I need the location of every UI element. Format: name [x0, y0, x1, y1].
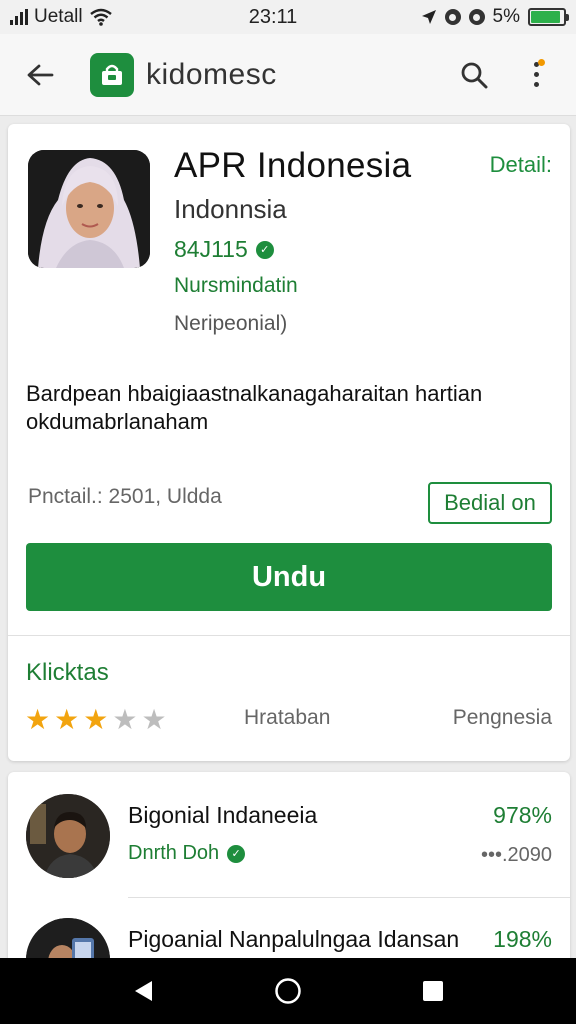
battery-icon: [528, 8, 569, 26]
rating-stat-a: Hrataban: [244, 706, 331, 729]
related-list-card: Bigonial Indaneeia 978% Dnrth Doh ✓ •••.…: [8, 772, 570, 972]
ratings-section-title: Klicktas: [26, 659, 109, 686]
location-icon: [421, 10, 436, 24]
battery-percent: 5%: [492, 6, 520, 27]
app-rating-row: 84J115 ✓: [174, 236, 274, 263]
secondary-button[interactable]: Bedial on: [428, 482, 552, 524]
star-filled-icon[interactable]: ★: [83, 705, 108, 735]
app-meta: Pnctail.: 2501, Uldda: [28, 485, 222, 508]
verified-icon: ✓: [227, 844, 246, 863]
nav-home-button[interactable]: [258, 966, 318, 1016]
carrier-label: Uetall: [34, 6, 83, 27]
app-rating-text: 84J115: [174, 236, 248, 262]
developer-name[interactable]: Nursmindatin: [174, 274, 298, 298]
circle-home-icon: [275, 978, 301, 1004]
app-description: Bardpean hbaigiaastnalkanagaharaitan har…: [26, 381, 483, 434]
star-empty-icon[interactable]: ★: [141, 705, 166, 735]
list-item-sub: Dnrth Doh ✓: [128, 842, 246, 865]
triangle-back-icon: [134, 981, 152, 1001]
row-divider: [128, 897, 570, 898]
back-arrow-icon: [27, 64, 54, 85]
signal-icon: [10, 9, 28, 25]
app-title: APR Indonesia: [174, 146, 412, 185]
app-bar: kidomesc: [0, 34, 576, 116]
list-item[interactable]: Bigonial Indaneeia 978% Dnrth Doh ✓ •••.…: [8, 790, 570, 900]
list-item-name: Bigonial Indaneeia: [128, 802, 318, 828]
list-item-sub-text: Dnrth Doh: [128, 842, 220, 864]
app-subtitle: Indonnsia: [174, 194, 287, 224]
search-icon: [461, 62, 488, 88]
navigation-bar: [0, 958, 576, 1024]
battery-fill: [531, 11, 561, 23]
app-icon-avatar: [28, 150, 150, 268]
nav-back-button[interactable]: [113, 966, 173, 1016]
list-item-percent: 198%: [493, 926, 552, 952]
list-item-name: Pigoanial Nanpalulngaa Idansan: [128, 926, 460, 952]
rating-stat-b: Pengnesia: [452, 706, 552, 729]
alarm-icon: [444, 9, 461, 25]
nav-recents-button[interactable]: [403, 966, 463, 1016]
more-options-button[interactable]: [514, 53, 558, 97]
divider: [8, 635, 570, 636]
search-button[interactable]: [452, 53, 496, 97]
star-filled-icon[interactable]: ★: [25, 705, 50, 735]
brand-name: kidomesc: [146, 57, 277, 91]
star-empty-icon[interactable]: ★: [112, 705, 137, 735]
list-item-percent: 978%: [493, 802, 552, 828]
detail-link[interactable]: Detail:: [490, 152, 552, 178]
clock: 23:11: [248, 5, 298, 28]
app-detail-card: APR Indonesia Detail: Indonnsia 84J115 ✓…: [8, 124, 570, 761]
square-recents-icon: [423, 981, 444, 1001]
store-bag-icon: [102, 64, 122, 85]
verified-icon: ✓: [255, 240, 274, 259]
list-item-date: •••.2090: [480, 844, 552, 866]
status-bar: Uetall 23:11 5%: [0, 0, 576, 34]
sync-icon: [468, 9, 485, 25]
more-vert-icon: [533, 62, 539, 87]
wifi-icon: [89, 8, 112, 26]
avatar: [26, 794, 110, 878]
star-rating[interactable]: ★ ★ ★ ★ ★: [25, 705, 167, 735]
back-button[interactable]: [10, 45, 70, 105]
star-filled-icon[interactable]: ★: [54, 705, 79, 735]
app-note: Neripeonial): [174, 312, 288, 335]
download-button[interactable]: Undu: [26, 543, 552, 611]
store-logo[interactable]: [90, 52, 134, 97]
notification-dot: [538, 58, 545, 66]
